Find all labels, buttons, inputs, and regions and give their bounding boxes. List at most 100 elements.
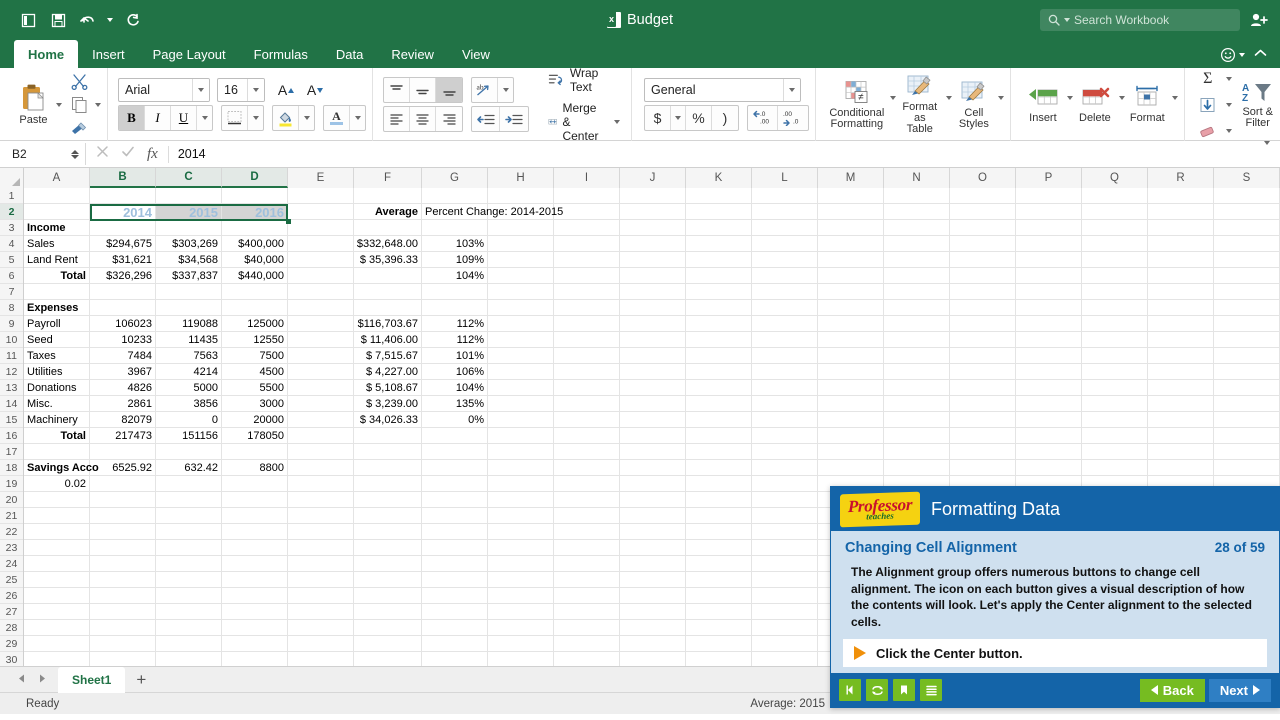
- cell-I12[interactable]: [554, 364, 620, 380]
- cell-F23[interactable]: [354, 540, 422, 556]
- row-header-7[interactable]: 7: [0, 284, 23, 300]
- cell-N15[interactable]: [884, 412, 950, 428]
- cell-G5[interactable]: 109%: [422, 252, 488, 268]
- cell-K14[interactable]: [686, 396, 752, 412]
- cell-I8[interactable]: [554, 300, 620, 316]
- cell-L11[interactable]: [752, 348, 818, 364]
- cell-H26[interactable]: [488, 588, 554, 604]
- cell-F28[interactable]: [354, 620, 422, 636]
- cell-B25[interactable]: [90, 572, 156, 588]
- replay-icon[interactable]: [866, 679, 888, 701]
- cell-B3[interactable]: [90, 220, 156, 236]
- add-sheet-button[interactable]: +: [127, 667, 155, 693]
- cell-F3[interactable]: [354, 220, 422, 236]
- cell-P11[interactable]: [1016, 348, 1082, 364]
- cell-N9[interactable]: [884, 316, 950, 332]
- cell-I24[interactable]: [554, 556, 620, 572]
- cell-I20[interactable]: [554, 492, 620, 508]
- conditional-formatting-caret-icon[interactable]: [890, 96, 896, 100]
- font-color-dropdown-button[interactable]: [350, 106, 365, 130]
- cell-M3[interactable]: [818, 220, 884, 236]
- cell-G13[interactable]: 104%: [422, 380, 488, 396]
- cell-K25[interactable]: [686, 572, 752, 588]
- cell-B18[interactable]: 6525.92: [90, 460, 156, 476]
- row-header-25[interactable]: 25: [0, 572, 23, 588]
- cell-P12[interactable]: [1016, 364, 1082, 380]
- cell-S13[interactable]: [1214, 380, 1280, 396]
- cell-P4[interactable]: [1016, 236, 1082, 252]
- cell-S4[interactable]: [1214, 236, 1280, 252]
- cell-N4[interactable]: [884, 236, 950, 252]
- search-input[interactable]: Search Workbook: [1040, 9, 1240, 31]
- cell-K22[interactable]: [686, 524, 752, 540]
- cell-L22[interactable]: [752, 524, 818, 540]
- cell-C1[interactable]: [156, 188, 222, 204]
- next-button[interactable]: Next: [1209, 679, 1271, 702]
- number-format-select[interactable]: General: [644, 78, 801, 102]
- row-header-1[interactable]: 1: [0, 188, 23, 204]
- cell-J10[interactable]: [620, 332, 686, 348]
- cell-J28[interactable]: [620, 620, 686, 636]
- font-size-caret-icon[interactable]: [247, 79, 264, 101]
- cell-L26[interactable]: [752, 588, 818, 604]
- cell-E22[interactable]: [288, 524, 354, 540]
- row-header-17[interactable]: 17: [0, 444, 23, 460]
- align-left-button[interactable]: [384, 107, 410, 131]
- cell-S9[interactable]: [1214, 316, 1280, 332]
- cell-O14[interactable]: [950, 396, 1016, 412]
- cell-O6[interactable]: [950, 268, 1016, 284]
- column-header-a[interactable]: A: [24, 168, 90, 188]
- cell-C7[interactable]: [156, 284, 222, 300]
- orientation-dropdown-button[interactable]: [498, 78, 513, 102]
- cell-F20[interactable]: [354, 492, 422, 508]
- cell-O17[interactable]: [950, 444, 1016, 460]
- cell-E1[interactable]: [288, 188, 354, 204]
- column-header-i[interactable]: I: [554, 168, 620, 188]
- cell-M8[interactable]: [818, 300, 884, 316]
- tab-home[interactable]: Home: [14, 40, 78, 68]
- cell-Q11[interactable]: [1082, 348, 1148, 364]
- cell-H29[interactable]: [488, 636, 554, 652]
- cell-B7[interactable]: [90, 284, 156, 300]
- cell-N10[interactable]: [884, 332, 950, 348]
- cell-P17[interactable]: [1016, 444, 1082, 460]
- cell-K29[interactable]: [686, 636, 752, 652]
- cell-Q4[interactable]: [1082, 236, 1148, 252]
- cell-I3[interactable]: [554, 220, 620, 236]
- cell-G10[interactable]: 112%: [422, 332, 488, 348]
- cell-F10[interactable]: $ 11,406.00: [354, 332, 422, 348]
- cell-I4[interactable]: [554, 236, 620, 252]
- cell-D21[interactable]: [222, 508, 288, 524]
- cell-F17[interactable]: [354, 444, 422, 460]
- cell-L30[interactable]: [752, 652, 818, 666]
- cell-J22[interactable]: [620, 524, 686, 540]
- cell-J30[interactable]: [620, 652, 686, 666]
- cell-K27[interactable]: [686, 604, 752, 620]
- borders-button[interactable]: [222, 106, 248, 130]
- undo-icon[interactable]: [74, 7, 102, 33]
- cell-N7[interactable]: [884, 284, 950, 300]
- cell-N2[interactable]: [884, 204, 950, 220]
- cell-S10[interactable]: [1214, 332, 1280, 348]
- cell-D13[interactable]: 5500: [222, 380, 288, 396]
- cell-J16[interactable]: [620, 428, 686, 444]
- cell-I21[interactable]: [554, 508, 620, 524]
- cell-K16[interactable]: [686, 428, 752, 444]
- cell-I7[interactable]: [554, 284, 620, 300]
- cell-O1[interactable]: [950, 188, 1016, 204]
- tab-formulas[interactable]: Formulas: [240, 40, 322, 68]
- cell-P7[interactable]: [1016, 284, 1082, 300]
- cell-J1[interactable]: [620, 188, 686, 204]
- cell-C11[interactable]: 7563: [156, 348, 222, 364]
- cell-B26[interactable]: [90, 588, 156, 604]
- cell-S7[interactable]: [1214, 284, 1280, 300]
- cell-L10[interactable]: [752, 332, 818, 348]
- cell-A11[interactable]: Taxes: [24, 348, 90, 364]
- increase-decimal-button[interactable]: .0.00: [748, 106, 778, 130]
- cell-H28[interactable]: [488, 620, 554, 636]
- column-header-k[interactable]: K: [686, 168, 752, 188]
- cell-D24[interactable]: [222, 556, 288, 572]
- cell-G14[interactable]: 135%: [422, 396, 488, 412]
- cell-F1[interactable]: [354, 188, 422, 204]
- cell-E16[interactable]: [288, 428, 354, 444]
